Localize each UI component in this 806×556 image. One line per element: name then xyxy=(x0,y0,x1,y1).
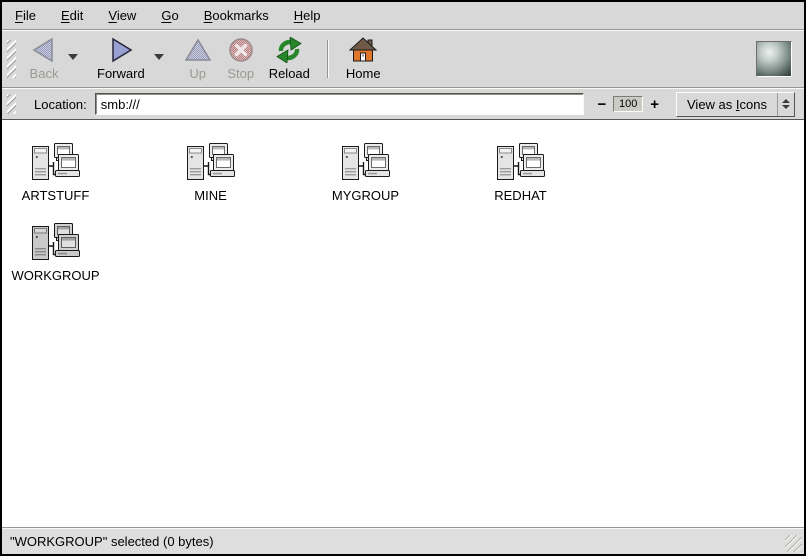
zoom-controls: − 100 + xyxy=(594,96,662,112)
location-input[interactable] xyxy=(95,93,585,115)
zoom-out-button[interactable]: − xyxy=(594,97,609,112)
icon-view[interactable]: ARTSTUFF xyxy=(2,119,804,527)
icon-label: WORKGROUP xyxy=(11,268,99,283)
zoom-in-button[interactable]: + xyxy=(647,97,662,112)
network-workgroup-icon xyxy=(496,142,546,184)
file-manager-window: File Edit View Go Bookmarks Help Back xyxy=(0,0,806,556)
network-workgroup-icon xyxy=(31,222,81,264)
up-label: Up xyxy=(189,66,206,81)
resize-grip-icon[interactable] xyxy=(785,535,802,552)
status-bar: "WORKGROUP" selected (0 bytes) xyxy=(2,527,804,554)
back-label: Back xyxy=(30,66,59,81)
locationbar-drag-handle[interactable] xyxy=(7,94,16,114)
reload-label: Reload xyxy=(269,66,310,81)
network-workgroup-item[interactable]: MINE xyxy=(133,142,288,222)
reload-button[interactable]: Reload xyxy=(262,34,317,84)
zoom-level-indicator: 100 xyxy=(613,96,643,112)
menu-edit[interactable]: Edit xyxy=(52,3,92,28)
network-workgroup-item[interactable]: REDHAT xyxy=(443,142,598,222)
network-workgroup-icon xyxy=(31,142,81,184)
menu-bookmarks[interactable]: Bookmarks xyxy=(195,3,278,28)
network-workgroup-item[interactable]: ARTSTUFF xyxy=(2,142,133,222)
network-workgroup-icon xyxy=(186,142,236,184)
toolbar: Back Forward Up xyxy=(2,30,804,88)
dropdown-arrows-icon xyxy=(777,93,794,116)
icon-label: ARTSTUFF xyxy=(22,188,90,203)
reload-icon xyxy=(273,35,305,65)
back-icon xyxy=(29,35,59,65)
stop-icon xyxy=(227,35,255,65)
menu-go[interactable]: Go xyxy=(152,3,187,28)
back-button[interactable]: Back xyxy=(22,34,66,84)
home-label: Home xyxy=(346,66,381,81)
status-text: "WORKGROUP" selected (0 bytes) xyxy=(10,534,214,549)
up-button[interactable]: Up xyxy=(176,34,220,84)
home-button[interactable]: Home xyxy=(339,34,388,84)
up-icon xyxy=(183,35,213,65)
network-workgroup-item[interactable]: WORKGROUP xyxy=(2,222,133,302)
forward-icon xyxy=(106,35,136,65)
forward-button[interactable]: Forward xyxy=(90,34,152,84)
home-icon xyxy=(348,35,378,65)
throbber-icon xyxy=(756,41,792,77)
location-label: Location: xyxy=(34,97,87,112)
icon-label: MYGROUP xyxy=(332,188,399,203)
view-as-dropdown[interactable]: View as Icons xyxy=(676,92,795,117)
toolbar-drag-handle[interactable] xyxy=(7,40,16,78)
view-as-label: View as Icons xyxy=(677,93,777,116)
stop-button[interactable]: Stop xyxy=(220,34,262,84)
icon-grid: ARTSTUFF xyxy=(2,120,626,302)
network-workgroup-icon xyxy=(341,142,391,184)
icon-label: MINE xyxy=(194,188,227,203)
menu-help[interactable]: Help xyxy=(285,3,330,28)
menu-view[interactable]: View xyxy=(99,3,145,28)
network-workgroup-item[interactable]: MYGROUP xyxy=(288,142,443,222)
icon-label: REDHAT xyxy=(494,188,546,203)
forward-history-dropdown-icon[interactable] xyxy=(154,54,164,60)
toolbar-separator xyxy=(327,40,329,78)
back-history-dropdown-icon[interactable] xyxy=(68,54,78,60)
menu-file[interactable]: File xyxy=(6,3,45,28)
stop-label: Stop xyxy=(227,66,254,81)
forward-label: Forward xyxy=(97,66,145,81)
location-bar: Location: − 100 + View as Icons xyxy=(2,88,804,119)
menubar: File Edit View Go Bookmarks Help xyxy=(2,2,804,30)
